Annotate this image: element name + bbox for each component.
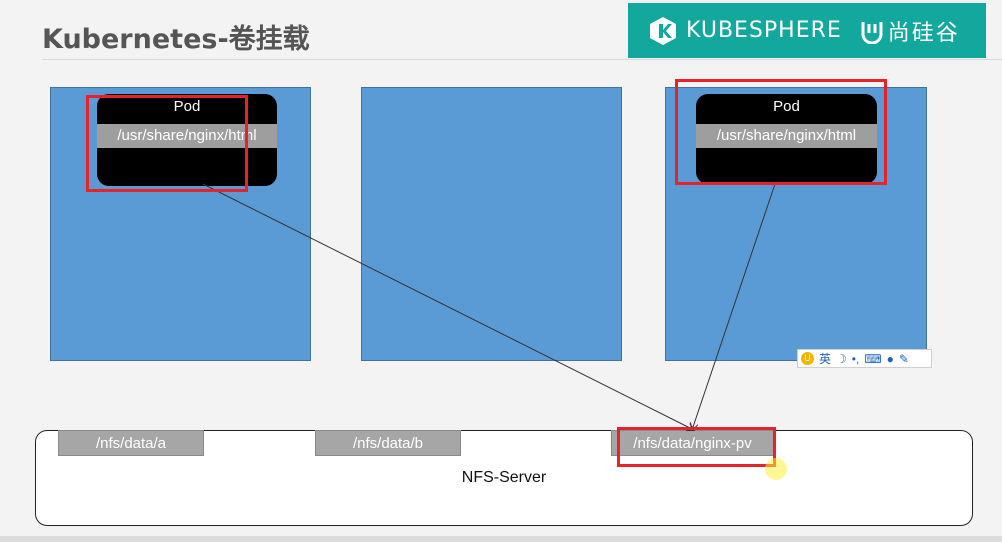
moon-icon[interactable]: ☽ bbox=[836, 352, 847, 366]
keyboard-icon[interactable]: ⌨ bbox=[864, 352, 881, 366]
ime-logo-icon[interactable]: U bbox=[801, 352, 814, 365]
user-icon[interactable]: ● bbox=[887, 352, 894, 366]
punctuation-icon[interactable]: •, bbox=[852, 352, 860, 366]
ime-language-toggle[interactable]: 英 bbox=[819, 350, 831, 367]
wrench-icon[interactable]: ✎ bbox=[899, 352, 909, 366]
cursor-highlight bbox=[765, 458, 787, 480]
bottom-edge bbox=[0, 536, 1002, 542]
mount-line-left-pod bbox=[202, 183, 694, 430]
ime-toolbar[interactable]: U 英 ☽ •, ⌨ ● ✎ bbox=[797, 349, 932, 368]
highlight-box-nginx-pv bbox=[617, 427, 776, 467]
highlight-box-right-pod bbox=[675, 79, 887, 185]
highlight-box-left-pod bbox=[86, 95, 248, 192]
mount-line-right-pod bbox=[692, 183, 776, 430]
